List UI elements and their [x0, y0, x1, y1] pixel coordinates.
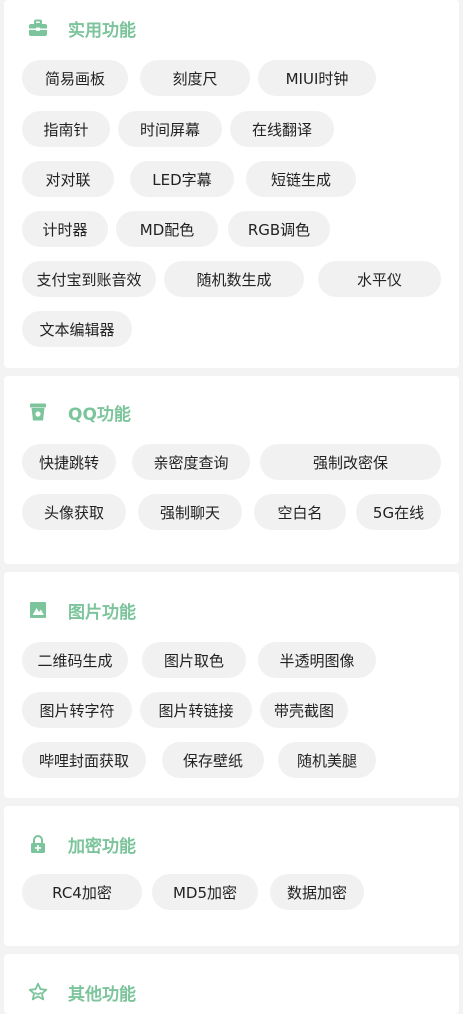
feature-button[interactable]: 图片转链接	[140, 692, 252, 728]
section-title: 图片功能	[68, 602, 136, 623]
feature-button[interactable]: 指南针	[22, 111, 110, 147]
feature-button[interactable]: 5G在线	[356, 494, 441, 530]
feature-button[interactable]: 计时器	[22, 211, 108, 247]
section-card-utility: 实用功能 简易画板 刻度尺 MIUI时钟 指南针 时间屏幕 在线翻译 对对联 L…	[4, 0, 459, 368]
section-header: QQ功能	[28, 398, 131, 426]
feature-button[interactable]: LED字幕	[130, 161, 234, 197]
feature-button[interactable]: MIUI时钟	[258, 60, 376, 96]
feature-button[interactable]: 强制改密保	[260, 444, 441, 480]
toolbox-icon	[28, 18, 48, 38]
feature-button[interactable]: 刻度尺	[140, 60, 250, 96]
star-icon	[28, 982, 48, 1002]
feature-button[interactable]: 简易画板	[22, 60, 128, 96]
feature-button[interactable]: 哔哩封面获取	[22, 742, 146, 778]
section-header: 其他功能	[28, 978, 136, 1006]
section-title: QQ功能	[68, 404, 131, 425]
feature-button[interactable]: 强制聊天	[138, 494, 242, 530]
section-header: 加密功能	[28, 830, 136, 858]
feature-button[interactable]: 二维码生成	[22, 642, 128, 678]
feature-button[interactable]: 短链生成	[246, 161, 356, 197]
feature-button[interactable]: 数据加密	[270, 874, 364, 910]
feature-button[interactable]: 随机美腿	[278, 742, 376, 778]
feature-button[interactable]: 在线翻译	[230, 111, 334, 147]
section-card-image: 图片功能 二维码生成 图片取色 半透明图像 图片转字符 图片转链接 带壳截图 哔…	[4, 572, 459, 798]
feature-button[interactable]: 亲密度查询	[132, 444, 250, 480]
feature-button[interactable]: 带壳截图	[260, 692, 348, 728]
lock-icon	[28, 834, 48, 854]
feature-button[interactable]: 头像获取	[22, 494, 126, 530]
feature-button[interactable]: 时间屏幕	[118, 111, 222, 147]
feature-button[interactable]: 快捷跳转	[22, 444, 116, 480]
feature-button[interactable]: 随机数生成	[164, 261, 304, 297]
feature-button[interactable]: RGB调色	[228, 211, 330, 247]
section-card-qq: QQ功能 快捷跳转 亲密度查询 强制改密保 头像获取 强制聊天 空白名 5G在线	[4, 376, 459, 564]
section-header: 图片功能	[28, 596, 136, 624]
cup-icon	[28, 402, 48, 422]
feature-button[interactable]: 半透明图像	[258, 642, 376, 678]
feature-button[interactable]: RC4加密	[22, 874, 142, 910]
section-title: 实用功能	[68, 20, 136, 41]
feature-button[interactable]: MD5加密	[152, 874, 258, 910]
image-icon	[28, 600, 48, 620]
feature-button[interactable]: 图片转字符	[22, 692, 132, 728]
section-title: 加密功能	[68, 836, 136, 857]
feature-button[interactable]: MD配色	[116, 211, 218, 247]
feature-button[interactable]: 水平仪	[318, 261, 441, 297]
feature-button[interactable]: 支付宝到账音效	[22, 261, 156, 297]
section-title: 其他功能	[68, 984, 136, 1005]
section-card-encrypt: 加密功能 RC4加密 MD5加密 数据加密	[4, 806, 459, 946]
feature-button[interactable]: 空白名	[254, 494, 346, 530]
feature-button[interactable]: 图片取色	[142, 642, 246, 678]
feature-button[interactable]: 保存壁纸	[162, 742, 264, 778]
feature-button[interactable]: 对对联	[22, 161, 114, 197]
feature-button[interactable]: 文本编辑器	[22, 311, 132, 347]
section-header: 实用功能	[28, 14, 136, 42]
section-card-other: 其他功能	[4, 954, 459, 1014]
